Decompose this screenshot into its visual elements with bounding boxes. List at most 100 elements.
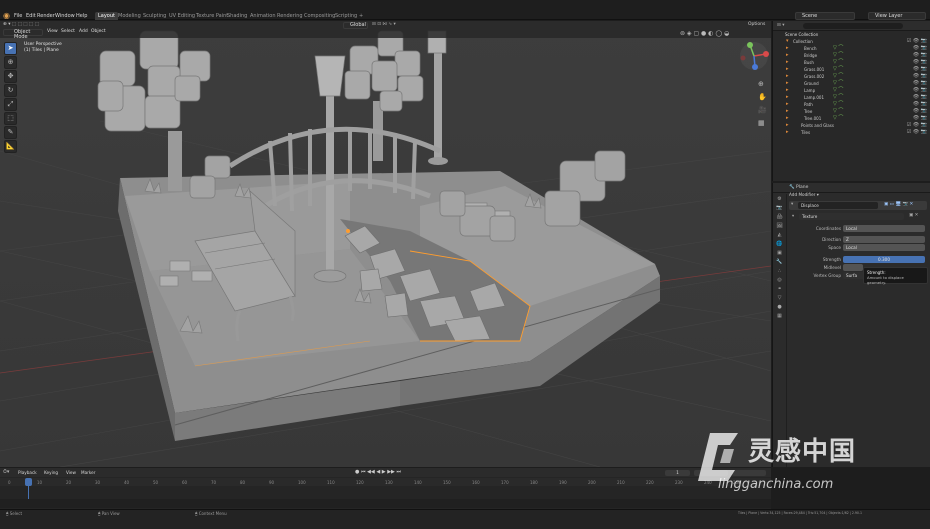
- modifier-name-field[interactable]: Displace: [798, 202, 878, 209]
- timeline-tick-label: 90: [269, 480, 275, 485]
- scale-tool-icon[interactable]: ⤢: [4, 98, 17, 111]
- timeline-tick-label: 220: [646, 480, 654, 485]
- timeline-tick-label: 10: [37, 480, 43, 485]
- viewport-menu-select[interactable]: Select: [61, 28, 75, 35]
- select-tool-icon[interactable]: ➤: [4, 42, 17, 55]
- scene-tab-icon[interactable]: ◭: [774, 231, 785, 239]
- texture-expand-icon[interactable]: ▾: [792, 213, 794, 218]
- modifier-tab-icon[interactable]: 🔧: [774, 258, 785, 266]
- timeline-tick-label: 190: [559, 480, 567, 485]
- timeline-menu-playback[interactable]: Playback: [18, 470, 37, 476]
- scene-render: [0, 21, 771, 467]
- snap-icons[interactable]: ⊟ ⊡ ⋈ ∿ ▾: [372, 22, 412, 28]
- view-layer-tab-icon[interactable]: 🖼: [774, 222, 785, 230]
- modifier-visibility-icons[interactable]: ▣ ▭ 🖥 📷 ✕: [884, 202, 913, 207]
- mouse-left-icon: 🖱: [6, 511, 9, 516]
- timeline-tick-label: 50: [153, 480, 159, 485]
- blender-logo-icon[interactable]: ◉: [3, 12, 11, 20]
- 3d-viewport[interactable]: [0, 21, 771, 467]
- output-tab-icon[interactable]: 🖨: [774, 213, 785, 221]
- collapse-icon[interactable]: ▾: [791, 202, 793, 207]
- texture-new-icon[interactable]: ▣ ✕: [909, 213, 918, 218]
- wrench-icon: 🔧: [789, 185, 795, 190]
- outliner[interactable]: ⊟ ▾ Scene Collection ▾ Collection ☑ 👁 📷 ▸ B…: [772, 21, 930, 181]
- status-select: 🖱 Select: [6, 511, 22, 516]
- timeline-menu-marker[interactable]: Marker: [81, 470, 95, 476]
- shading-icons[interactable]: ⊚ ◈ ▢ ● ◐ ◯ ◒: [680, 30, 770, 37]
- viewport-menu-object[interactable]: Object: [91, 28, 106, 35]
- playback-controls[interactable]: ● ⏮ ◀◀ ◀ ▶ ▶▶ ⏭: [355, 469, 401, 475]
- menu-edit[interactable]: Edit: [26, 12, 36, 20]
- watermark-logo-icon: [698, 433, 738, 481]
- tab-sculpting[interactable]: Sculpting: [140, 12, 169, 20]
- timeline-menu-keying[interactable]: Keying: [44, 470, 58, 476]
- timeline-menu-view[interactable]: View: [66, 470, 76, 476]
- measure-tool-icon[interactable]: 📐: [4, 140, 17, 153]
- material-tab-icon[interactable]: ●: [774, 303, 785, 311]
- view-layer-selector[interactable]: View Layer: [868, 12, 926, 20]
- timeline-tick-label: 200: [588, 480, 596, 485]
- add-workspace-icon[interactable]: +: [356, 12, 366, 20]
- space-label: Space: [828, 245, 841, 250]
- vertex-group-label: Vertex Group: [813, 273, 841, 278]
- menu-render[interactable]: Render: [37, 12, 55, 20]
- move-tool-icon[interactable]: ✥: [4, 70, 17, 83]
- timeline-tick-label: 230: [675, 480, 683, 485]
- texture-selector[interactable]: Texture: [799, 213, 904, 220]
- texture-tab-icon[interactable]: ▦: [774, 312, 785, 320]
- world-tab-icon[interactable]: 🌐: [774, 240, 785, 248]
- status-context: 🖱 Context Menu: [195, 511, 227, 516]
- active-object-label: (1) Tiles | Plane: [24, 48, 59, 53]
- outliner-search-input[interactable]: [803, 23, 903, 29]
- physics-tab-icon[interactable]: ◎: [774, 276, 785, 284]
- viewport-menu-view[interactable]: View: [47, 28, 58, 35]
- annotate-tool-icon[interactable]: ✎: [4, 126, 17, 139]
- object-tab-icon[interactable]: ▣: [774, 249, 785, 257]
- status-context-label: Context Menu: [198, 511, 227, 516]
- watermark: 灵感中国 lingganchina.com: [690, 425, 930, 505]
- timeline-editor-icon[interactable]: ⏱▾: [3, 469, 9, 475]
- menu-file[interactable]: File: [14, 12, 22, 20]
- add-modifier-label: Add Modifier: [789, 192, 816, 197]
- coordinates-dropdown[interactable]: Local: [843, 225, 925, 232]
- mouse-right-icon: 🖱: [195, 511, 198, 516]
- watermark-url: lingganchina.com: [718, 477, 834, 492]
- viewport-menu-add[interactable]: Add: [79, 28, 88, 35]
- transform-orientation[interactable]: Global: [343, 22, 368, 29]
- menu-window[interactable]: Window: [55, 12, 75, 20]
- outliner-filter-icon[interactable]: ⊟ ▾: [777, 23, 784, 28]
- vertex-group-field[interactable]: Surfa: [843, 272, 865, 279]
- object-origin: [346, 229, 350, 233]
- particles-tab-icon[interactable]: ∴: [774, 267, 785, 275]
- current-frame-field[interactable]: 1: [665, 470, 690, 476]
- playhead[interactable]: [25, 478, 32, 486]
- add-modifier-button[interactable]: Add Modifier ▾: [789, 191, 927, 198]
- modifier-header[interactable]: ▾ Displace ▣ ▭ 🖥 📷 ✕: [789, 201, 927, 210]
- data-tab-icon[interactable]: ▽: [774, 294, 785, 302]
- outliner-item[interactable]: ▸ Tiles ☑ 👁 📷: [773, 129, 930, 136]
- midlevel-field[interactable]: [843, 264, 863, 271]
- direction-dropdown[interactable]: Z: [843, 236, 925, 243]
- strength-field[interactable]: 0.300: [843, 256, 925, 263]
- render-tab-icon[interactable]: 📷: [774, 204, 785, 212]
- cursor-tool-icon[interactable]: ⊕: [4, 56, 17, 69]
- space-dropdown[interactable]: Local: [843, 244, 925, 251]
- timeline-tick-label: 130: [385, 480, 393, 485]
- rotate-tool-icon[interactable]: ↻: [4, 84, 17, 97]
- menu-help[interactable]: Help: [76, 12, 87, 20]
- tool-tab-icon[interactable]: ⚙: [774, 195, 785, 203]
- navigation-gizmo[interactable]: [738, 40, 770, 72]
- timeline-keyframe-area[interactable]: [0, 499, 771, 508]
- scene-selector[interactable]: Scene: [795, 12, 855, 20]
- transform-label: Global: [350, 22, 366, 28]
- timeline-tick-label: 40: [124, 480, 130, 485]
- viewport-nav-icons[interactable]: ⊕ ✋ 🎥 ▦: [758, 78, 767, 130]
- status-pan: 🖱 Pan View: [98, 511, 120, 516]
- status-select-label: Select: [9, 511, 23, 516]
- options-button[interactable]: Options: [748, 22, 765, 27]
- constraints-tab-icon[interactable]: ⚭: [774, 285, 785, 293]
- status-pan-label: Pan View: [101, 511, 120, 516]
- texture-row[interactable]: ▾ Texture ▣ ✕: [789, 212, 927, 220]
- transform-tool-icon[interactable]: ⬚: [4, 112, 17, 125]
- mode-selector[interactable]: Object Mode: [3, 29, 43, 40]
